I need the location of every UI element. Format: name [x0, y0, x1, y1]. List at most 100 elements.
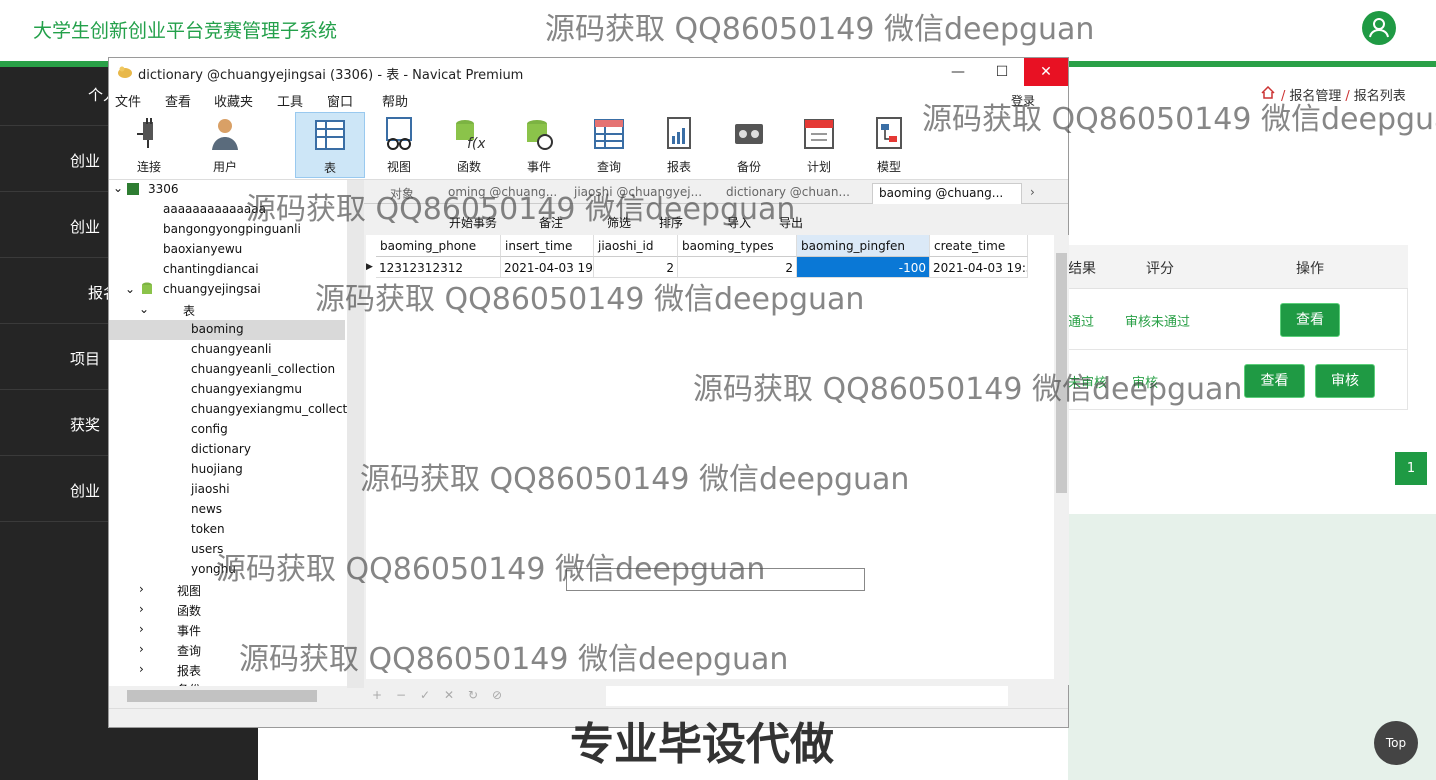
discard-button[interactable]: ✕ — [444, 688, 454, 702]
expand-chevron-icon[interactable]: › — [139, 662, 144, 676]
maximize-button[interactable]: ☐ — [980, 58, 1024, 86]
tree-table[interactable]: chuangyeanli — [191, 342, 272, 356]
column-header-score: 评分 — [1146, 261, 1174, 277]
tree-table[interactable]: chuangyexiangmu — [191, 382, 302, 396]
expand-chevron-icon[interactable]: › — [139, 582, 144, 596]
close-button[interactable]: ✕ — [1024, 58, 1068, 86]
user-icon — [1369, 18, 1389, 38]
database-icon — [142, 282, 152, 294]
minimize-button[interactable]: — — [936, 58, 980, 86]
plug-icon — [137, 118, 153, 148]
menu-file[interactable]: 文件 — [115, 91, 141, 110]
tree-table[interactable]: news — [191, 502, 222, 516]
tree-table[interactable]: chuangyexiangmu_collectio — [191, 402, 347, 416]
review-button[interactable]: 审核 — [1315, 364, 1375, 398]
column-header[interactable]: create_time — [930, 235, 1028, 257]
sidebar-item-awards[interactable]: 获奖 — [70, 414, 100, 435]
back-to-top-button[interactable]: Top — [1374, 721, 1418, 765]
column-header[interactable]: jiaoshi_id — [594, 235, 678, 257]
toolbar-connect[interactable]: 连接 — [119, 116, 179, 178]
title-bar[interactable]: dictionary @chuangyejingsai (3306) - 表 -… — [109, 58, 1068, 86]
tree-table[interactable]: baoming — [191, 322, 244, 336]
sidebar-item-project[interactable]: 项目 — [70, 348, 100, 369]
tree-database-active[interactable]: chuangyejingsai — [163, 282, 261, 296]
sidebar-item-projects[interactable]: 创业 — [70, 216, 100, 237]
page-number[interactable]: 1 — [1395, 452, 1427, 485]
refresh-button[interactable]: ↻ — [468, 688, 478, 702]
menu-help[interactable]: 帮助 — [382, 91, 408, 110]
column-header[interactable]: baoming_types — [678, 235, 797, 257]
object-tree: ⌄ 3306 aaaaaaaaaaaaaa bangongyongpinguan… — [109, 180, 347, 686]
collapse-chevron-icon[interactable]: ⌄ — [139, 302, 149, 316]
add-record-button[interactable]: + — [372, 688, 382, 702]
collapse-chevron-icon[interactable]: ⌄ — [113, 181, 123, 195]
tree-table[interactable]: chuangyeanli_collection — [191, 362, 335, 376]
tree-reports-group[interactable]: 报表 — [177, 662, 201, 679]
toolbar-event[interactable]: 事件 — [509, 116, 569, 178]
column-header[interactable]: insert_time — [501, 235, 594, 257]
tabs-scroll-right-icon[interactable]: › — [1024, 183, 1044, 204]
toolbar-model[interactable]: 模型 — [859, 116, 919, 178]
tree-queries-group[interactable]: 查询 — [177, 642, 201, 659]
toolbar-query[interactable]: 查询 — [579, 116, 639, 178]
column-header[interactable]: baoming_pingfen — [797, 235, 930, 257]
divider — [1068, 349, 1408, 350]
expand-chevron-icon[interactable]: › — [139, 602, 144, 616]
toolbar-schedule[interactable]: 计划 — [789, 116, 849, 178]
promo-text: 专业毕设代做 — [570, 719, 834, 770]
row-result: 通过 — [1068, 315, 1095, 330]
tree-table[interactable]: dictionary — [191, 442, 251, 456]
tree-table[interactable]: token — [191, 522, 225, 536]
tree-database[interactable]: chantingdiancai — [163, 262, 259, 276]
stop-button[interactable]: ⊘ — [492, 688, 502, 702]
watermark: 源码获取 QQ86050149 微信deepguan — [545, 12, 1095, 47]
tree-table[interactable]: config — [191, 422, 228, 436]
tree-table[interactable]: huojiang — [191, 462, 243, 476]
toolbar-table[interactable]: 表 — [295, 112, 365, 178]
svg-text:f(x): f(x) — [467, 136, 485, 152]
expand-chevron-icon[interactable]: › — [139, 642, 144, 656]
toolbar-view[interactable]: 视图 — [369, 116, 429, 178]
collapse-chevron-icon[interactable]: ⌄ — [125, 282, 135, 296]
toolbar-backup[interactable]: 备份 — [719, 116, 779, 178]
user-icon — [212, 119, 238, 150]
tree-views-group[interactable]: 视图 — [177, 582, 201, 599]
menu-view[interactable]: 查看 — [165, 91, 191, 110]
site-title: 大学生创新创业平台竞赛管理子系统 — [33, 20, 338, 42]
column-header[interactable]: baoming_phone — [376, 235, 501, 257]
menu-window[interactable]: 窗口 — [327, 91, 353, 110]
tree-database[interactable]: baoxianyewu — [163, 242, 242, 256]
tab-baoming[interactable]: baoming @chuang... — [872, 183, 1022, 204]
event-icon — [527, 120, 553, 150]
toolbar-user[interactable]: 用户 — [195, 116, 255, 178]
grid-cell[interactable]: 2021-04-03 19:3 — [930, 257, 1028, 278]
watermark: 源码获取 QQ86050149 微信deepguan — [922, 102, 1436, 137]
toolbar-function[interactable]: f(x)函数 — [439, 116, 499, 178]
sidebar-item-cases[interactable]: 创业 — [70, 150, 100, 171]
report-icon — [667, 117, 691, 149]
menu-tools[interactable]: 工具 — [277, 91, 303, 110]
menu-favorites[interactable]: 收藏夹 — [214, 91, 253, 110]
expand-chevron-icon[interactable]: › — [139, 622, 144, 636]
column-header-actions: 操作 — [1296, 261, 1324, 277]
backup-icon — [735, 124, 763, 144]
tree-functions-group[interactable]: 函数 — [177, 602, 201, 619]
view-button[interactable]: 查看 — [1280, 303, 1340, 337]
pane-splitter[interactable] — [347, 180, 364, 688]
apply-button[interactable]: ✓ — [420, 688, 430, 702]
sidebar-item-startup[interactable]: 创业 — [70, 480, 100, 501]
avatar[interactable] — [1362, 11, 1396, 45]
tree-tables-group[interactable]: 表 — [183, 302, 195, 319]
watermark: 源码获取 QQ86050149 微信deepguan — [239, 642, 789, 677]
view-button[interactable]: 查看 — [1244, 364, 1305, 398]
query-icon — [594, 119, 624, 149]
tree-events-group[interactable]: 事件 — [177, 622, 201, 639]
delete-record-button[interactable]: − — [396, 688, 406, 702]
toolbar-report[interactable]: 报表 — [649, 116, 709, 178]
scrollbar-thumb[interactable] — [127, 690, 317, 702]
watermark: 源码获取 QQ86050149 微信deepguan — [315, 282, 865, 317]
tree-table[interactable]: jiaoshi — [191, 482, 230, 496]
tree-connection[interactable]: 3306 — [148, 182, 179, 196]
watermark: 源码获取 QQ86050149 微信deepguan — [216, 552, 766, 587]
watermark: 源码获取 QQ86050149 微信deepguan — [246, 192, 796, 227]
